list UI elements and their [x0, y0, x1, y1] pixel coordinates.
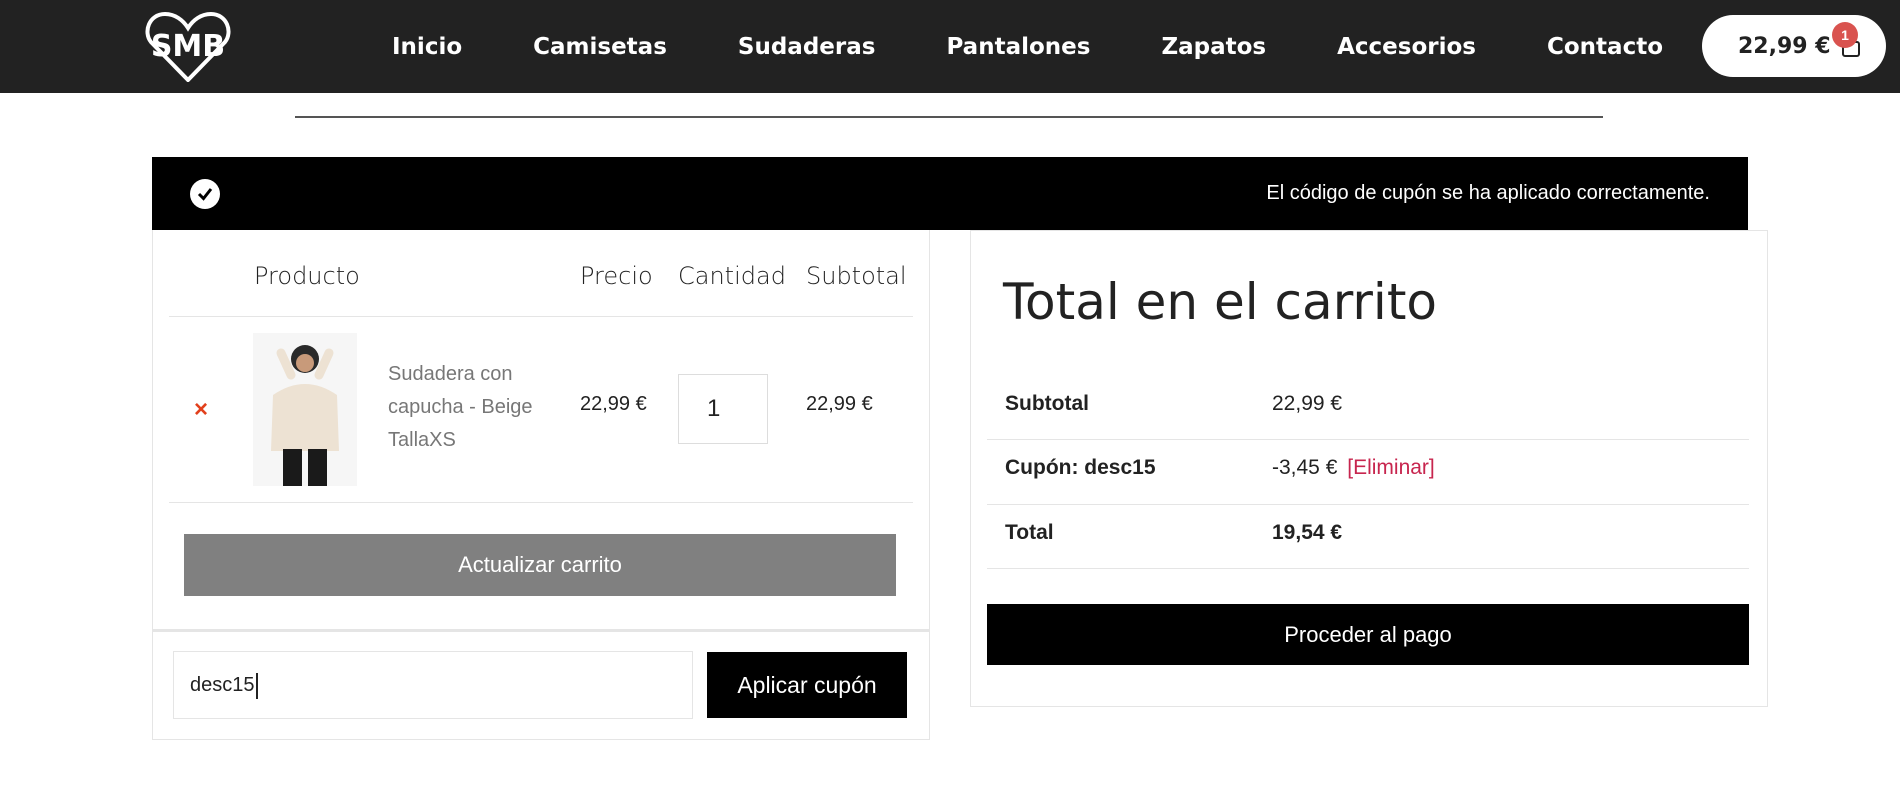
- header-cart-button[interactable]: 22,99 €: [1702, 15, 1886, 77]
- column-header-product: Producto: [254, 262, 360, 290]
- apply-coupon-button[interactable]: Aplicar cupón: [707, 652, 907, 718]
- update-cart-button[interactable]: Actualizar carrito: [184, 534, 896, 596]
- subtotal-value: 22,99 €: [1272, 392, 1343, 415]
- cart-totals-title: Total en el carrito: [1003, 273, 1438, 331]
- nav-accesorios[interactable]: Accesorios: [1337, 34, 1476, 60]
- total-label: Total: [1005, 521, 1054, 544]
- item-price: 22,99 €: [580, 393, 647, 415]
- coupon-discount: -3,45 € [Eliminar]: [1272, 456, 1435, 480]
- header-divider: [295, 116, 1603, 118]
- header-cart-total: 22,99 €: [1738, 33, 1831, 59]
- check-circle-icon: [190, 179, 220, 209]
- item-subtotal: 22,99 €: [806, 393, 873, 415]
- total-value: 19,54 €: [1272, 521, 1343, 544]
- notice-message: El código de cupón se ha aplicado correc…: [1266, 182, 1710, 204]
- text-caret: [255, 672, 258, 699]
- column-header-subtotal: Subtotal: [806, 262, 907, 290]
- nav-sudaderas[interactable]: Sudaderas: [738, 34, 876, 60]
- site-header: SMB Inicio Camisetas Sudaderas Pantalone…: [0, 0, 1900, 93]
- smb-logo[interactable]: SMB: [145, 10, 231, 82]
- main-nav: Inicio Camisetas Sudaderas Pantalones Za…: [392, 0, 1734, 93]
- nav-contacto[interactable]: Contacto: [1547, 34, 1663, 60]
- coupon-label: Cupón: desc15: [1005, 456, 1156, 479]
- quantity-input[interactable]: 1: [678, 374, 768, 444]
- totals-divider: [987, 568, 1749, 569]
- proceed-to-checkout-button[interactable]: Proceder al pago: [987, 604, 1749, 665]
- totals-divider: [987, 439, 1749, 440]
- subtotal-label: Subtotal: [1005, 392, 1089, 415]
- row-divider: [169, 316, 913, 317]
- product-name-link[interactable]: Sudadera con capucha - Beige TallaXS: [388, 358, 558, 457]
- svg-text:SMB: SMB: [151, 29, 225, 64]
- coupon-code-value: desc15: [190, 674, 255, 696]
- column-header-price: Precio: [580, 262, 653, 290]
- coupon-success-notice: El código de cupón se ha aplicado correc…: [152, 157, 1748, 230]
- totals-divider: [987, 504, 1749, 505]
- close-icon[interactable]: ×: [194, 396, 208, 424]
- product-thumbnail[interactable]: [253, 333, 357, 486]
- cart-count-badge: 1: [1832, 22, 1858, 48]
- remove-coupon-link[interactable]: [Eliminar]: [1347, 456, 1435, 479]
- nav-inicio[interactable]: Inicio: [392, 34, 462, 60]
- nav-zapatos[interactable]: Zapatos: [1161, 34, 1266, 60]
- row-divider: [169, 502, 913, 503]
- coupon-discount-value: -3,45 €: [1272, 456, 1338, 479]
- nav-camisetas[interactable]: Camisetas: [533, 34, 667, 60]
- nav-pantalones[interactable]: Pantalones: [946, 34, 1090, 60]
- coupon-code-input[interactable]: desc15: [173, 651, 693, 719]
- column-header-quantity: Cantidad: [678, 262, 786, 290]
